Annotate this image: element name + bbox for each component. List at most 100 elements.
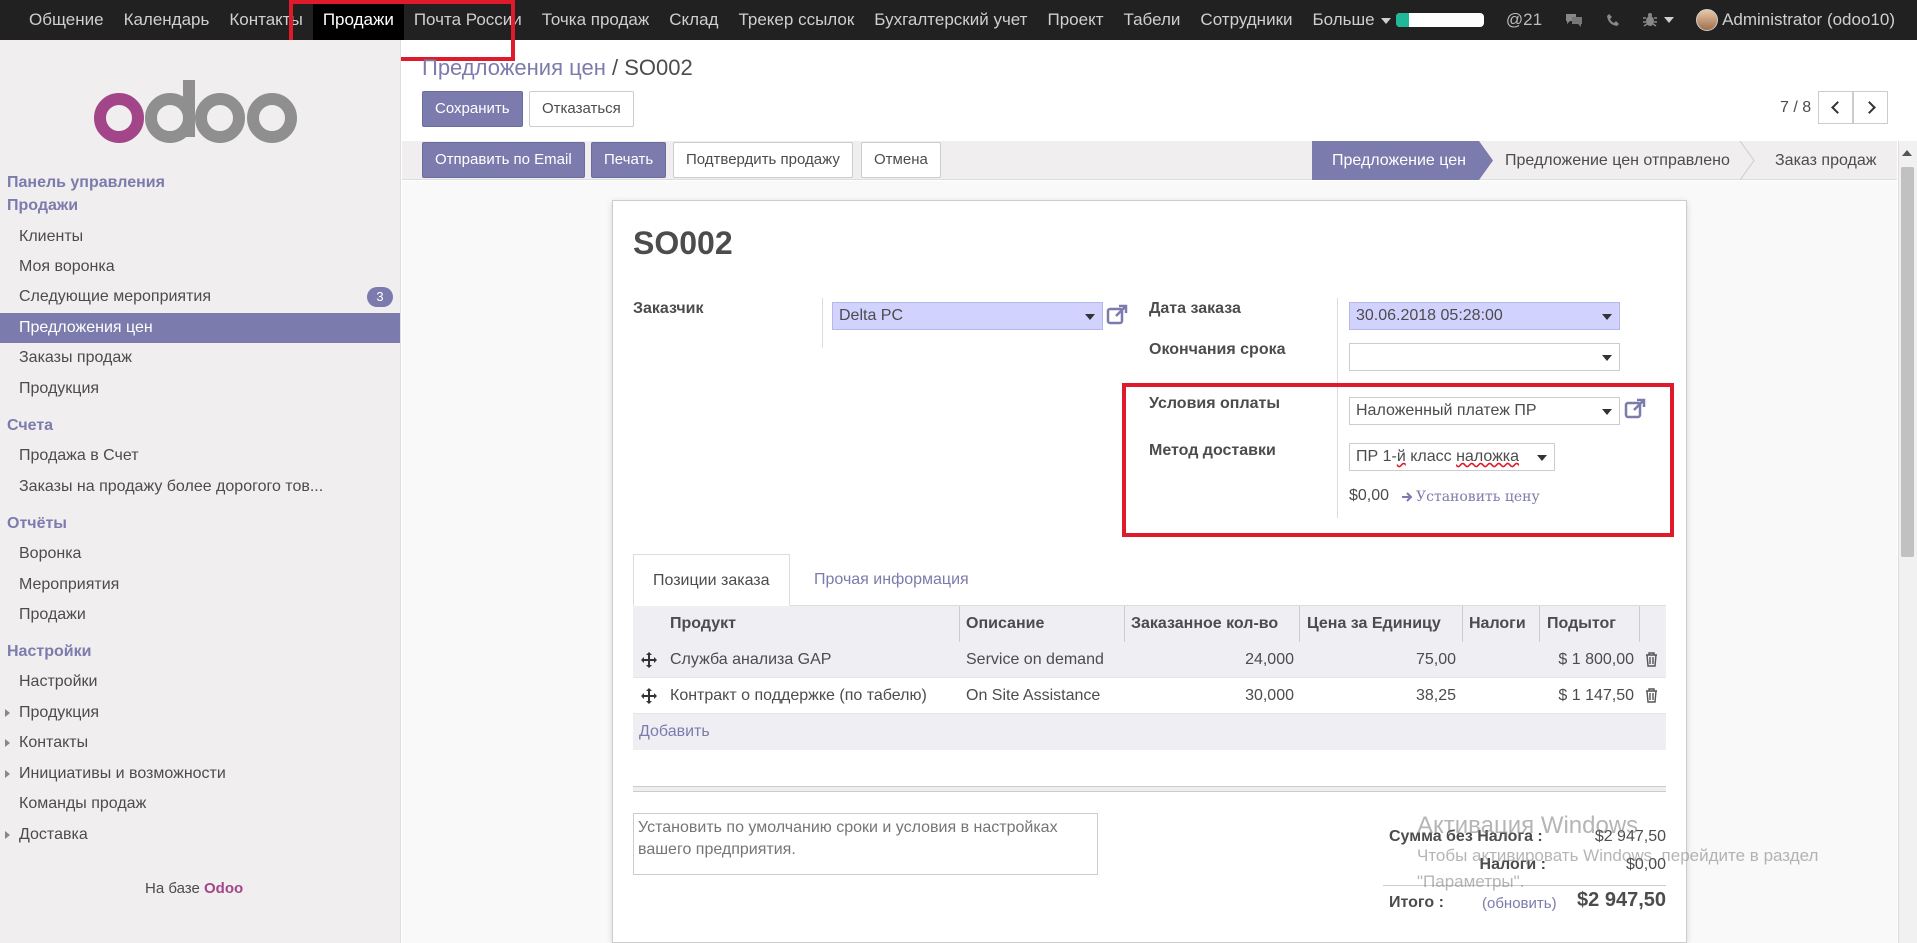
dropdown-arrow-icon (1602, 409, 1612, 415)
stage-sales-order[interactable]: Заказ продаж (1775, 141, 1876, 180)
send-email-button[interactable]: Отправить по Email (422, 142, 585, 178)
external-link-icon[interactable] (1106, 304, 1128, 326)
confirm-sale-button[interactable]: Подтвердить продажу (673, 142, 853, 178)
sidebar-item-pipeline[interactable]: Моя воронка (0, 252, 400, 282)
customer-field[interactable]: Delta PC (832, 302, 1103, 330)
cell-quantity: 24,000 (1245, 651, 1294, 668)
powered-by-brand[interactable]: Odoo (204, 880, 243, 897)
sidebar-item-delivery[interactable]: Доставка (0, 820, 400, 850)
sidebar-item-label: Контакты (19, 734, 89, 751)
sidebar-item-funnel[interactable]: Воронка (0, 539, 400, 569)
sidebar-item-settings[interactable]: Настройки (0, 667, 400, 697)
sidebar-item-leads-opportunities[interactable]: Инициативы и возможности (0, 759, 400, 789)
user-menu[interactable]: Administrator (odoo10) (1696, 9, 1895, 31)
order-date-label: Дата заказа (1149, 300, 1241, 317)
pager-next-button[interactable] (1853, 91, 1888, 124)
stage-quotation-sent[interactable]: Предложение цен отправлено (1505, 141, 1730, 180)
mentions-counter[interactable]: @21 (1506, 10, 1542, 30)
delivery-value-misspelled: й (1396, 448, 1406, 465)
menu-more[interactable]: Больше (1303, 0, 1401, 40)
scroll-up-arrow-icon[interactable] (1902, 150, 1912, 156)
cancel-button[interactable]: Отмена (861, 142, 941, 178)
sidebar-item-products[interactable]: Продукция (0, 374, 400, 404)
menu-russian-post[interactable]: Почта России (404, 0, 532, 40)
scrollbar-thumb[interactable] (1901, 167, 1914, 557)
trash-icon[interactable] (1645, 688, 1658, 703)
sidebar-item-label: Команды продаж (19, 795, 147, 812)
save-button[interactable]: Сохранить (422, 91, 523, 127)
cell-product: Служба анализа GAP (670, 651, 832, 668)
external-link-icon[interactable] (1624, 398, 1646, 420)
set-price-link[interactable]: Установить цену (1402, 489, 1540, 505)
phone-icon[interactable] (1606, 13, 1620, 27)
sidebar-item-sales-to-invoice[interactable]: Продажа в Счет (0, 441, 400, 471)
menu-link-tracker[interactable]: Трекер ссылок (728, 0, 864, 40)
dropdown-arrow-icon (1085, 314, 1095, 320)
column-header-product[interactable]: Продукт (670, 606, 736, 642)
validity-label: Окончания срока (1149, 341, 1286, 358)
menu-timesheets[interactable]: Табели (1113, 0, 1190, 40)
sidebar-item-config-contacts[interactable]: Контакты (0, 728, 400, 758)
cell-description: On Site Assistance (966, 687, 1101, 704)
pager-value[interactable]: 7 / 8 (1780, 99, 1811, 117)
menu-employees[interactable]: Сотрудники (1190, 0, 1302, 40)
column-header-unit-price[interactable]: Цена за Единицу (1307, 606, 1441, 642)
trash-icon[interactable] (1645, 652, 1658, 667)
sidebar-item-activities-report[interactable]: Мероприятия (0, 570, 400, 600)
column-separator (1462, 606, 1463, 642)
order-date-field[interactable]: 30.06.2018 05:28:00 (1349, 302, 1620, 330)
arrow-right-icon (1402, 492, 1413, 502)
validity-date-field[interactable] (1349, 343, 1620, 371)
menu-project[interactable]: Проект (1037, 0, 1113, 40)
menu-contacts[interactable]: Контакты (219, 0, 312, 40)
column-header-description[interactable]: Описание (966, 606, 1044, 642)
sidebar-item-next-activities[interactable]: Следующие мероприятия 3 (0, 282, 400, 312)
menu-sales[interactable]: Продажи (312, 0, 404, 40)
drag-handle-icon[interactable] (641, 688, 657, 704)
windows-activation-title: Активация Windows (1417, 812, 1639, 839)
print-button[interactable]: Печать (591, 142, 667, 178)
sidebar-item-customers[interactable]: Клиенты (0, 222, 400, 252)
tab-order-lines[interactable]: Позиции заказа (633, 554, 790, 606)
discard-button[interactable]: Отказаться (529, 91, 634, 127)
menu-pos[interactable]: Точка продаж (532, 0, 659, 40)
delivery-value-part: класс (1405, 448, 1457, 465)
add-line-row (633, 714, 1666, 750)
column-header-taxes[interactable]: Налоги (1469, 606, 1526, 642)
sidebar-item-label: Продукция (19, 704, 100, 721)
menu-calendar[interactable]: Календарь (114, 0, 220, 40)
column-separator (959, 606, 960, 642)
drag-handle-icon[interactable] (641, 652, 657, 668)
payment-terms-field[interactable]: Наложенный платеж ПР (1349, 397, 1620, 425)
planner-progress-bar[interactable] (1395, 13, 1484, 27)
stage-quotation[interactable]: Предложение цен (1312, 141, 1479, 180)
column-separator (1124, 606, 1125, 642)
chat-icon[interactable] (1564, 12, 1584, 28)
windows-activation-text: "Параметры". (1417, 872, 1525, 891)
sidebar-item-sales-teams[interactable]: Команды продаж (0, 789, 400, 819)
add-line-link[interactable]: Добавить (639, 714, 710, 750)
delivery-method-field[interactable]: ПР 1-й класс наложка (1349, 443, 1555, 471)
menu-inventory[interactable]: Склад (659, 0, 728, 40)
tab-other-info[interactable]: Прочая информация (795, 554, 988, 606)
sidebar-item-quotations[interactable]: Предложения цен (0, 313, 400, 343)
debug-menu[interactable] (1642, 12, 1675, 28)
sidebar-item-upsell-orders[interactable]: Заказы на продажу более дорогого тов... (0, 472, 400, 502)
sidebar-item-sales-report[interactable]: Продажи (0, 600, 400, 630)
column-header-subtotal[interactable]: Подытог (1547, 606, 1616, 642)
record-title: SO002 (633, 225, 733, 261)
menu-discuss[interactable]: Общение (19, 0, 114, 40)
terms-note-field[interactable] (633, 813, 1098, 875)
sidebar-item-sales-orders[interactable]: Заказы продаж (0, 343, 400, 373)
pager-previous-button[interactable] (1818, 91, 1853, 124)
sidebar-item-config-products[interactable]: Продукция (0, 698, 400, 728)
column-header-quantity[interactable]: Заказанное кол-во (1131, 606, 1278, 642)
breadcrumb-parent[interactable]: Предложения цен (422, 55, 606, 80)
breadcrumb: Предложения цен / SO002 (422, 55, 693, 81)
odoo-logo[interactable] (92, 80, 302, 150)
update-taxes-link[interactable]: (обновить) (1482, 895, 1557, 912)
sidebar-section-dashboard[interactable]: Панель управления (7, 174, 165, 192)
menu-accounting[interactable]: Бухгалтерский учет (864, 0, 1037, 40)
caret-down-icon (1380, 17, 1391, 24)
field-divider (822, 298, 823, 348)
